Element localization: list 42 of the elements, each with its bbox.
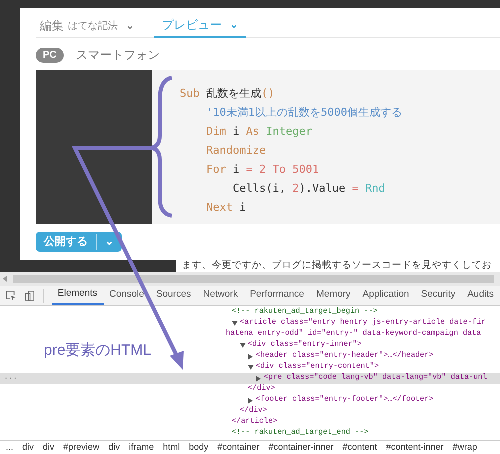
code-line: For i = 2 To 5001	[205, 162, 320, 178]
devtools-tab[interactable]: Sources	[150, 286, 198, 305]
page-text: ます、今更ですか、ブログに掲載するソースコードを見やすくしてお	[176, 259, 500, 272]
breadcrumb[interactable]: div	[108, 441, 120, 454]
inspect-icon[interactable]	[6, 288, 17, 302]
breadcrumb[interactable]: div	[22, 441, 34, 454]
code-line: '10未満1以上の乱数を5000個生成する	[205, 105, 404, 121]
breadcrumb[interactable]: #content	[342, 441, 378, 454]
devtools-tab[interactable]: Performance	[244, 286, 310, 305]
expanded-triangle-icon[interactable]	[232, 321, 238, 326]
code-line: Next i	[205, 200, 248, 216]
breadcrumb[interactable]: #container-inner	[268, 441, 334, 454]
code-line: Cells(i, 2).Value = Rnd	[232, 181, 386, 197]
breadcrumb[interactable]: #content-inner	[386, 441, 444, 454]
devtools-tab[interactable]: Network	[197, 286, 244, 305]
collapsed-triangle-icon[interactable]	[256, 376, 261, 382]
breadcrumb[interactable]: iframe	[129, 441, 154, 454]
code-line: Sub 乱数を生成()	[180, 86, 276, 102]
breadcrumb[interactable]: html	[163, 441, 180, 454]
device-tab[interactable]: PC	[36, 48, 64, 62]
breadcrumb[interactable]: ...	[6, 441, 14, 454]
devtools-tab[interactable]: Application	[356, 286, 416, 305]
breadcrumb[interactable]: div	[43, 441, 55, 454]
code-line: Dim i As Integer	[205, 124, 314, 140]
horizontal-scrollbar[interactable]	[0, 272, 500, 286]
breadcrumb[interactable]: #wrap	[452, 441, 478, 454]
devtools-tab[interactable]: Audits	[462, 286, 500, 305]
expanded-triangle-icon[interactable]	[240, 343, 246, 348]
devtools-tab[interactable]: Memory	[310, 286, 357, 305]
breadcrumb[interactable]: #container	[218, 441, 260, 454]
editor-tab[interactable]: 編集 はてな記法 ⌄	[36, 14, 138, 38]
device-tab[interactable]: スマートフォン	[76, 46, 160, 64]
collapsed-triangle-icon[interactable]	[248, 354, 253, 360]
breadcrumb[interactable]: #preview	[64, 441, 100, 454]
devtools-tab[interactable]: Elements	[52, 286, 104, 305]
device-icon[interactable]	[24, 288, 36, 302]
collapsed-triangle-icon[interactable]	[248, 398, 253, 404]
annotation-label: pre要素のHTML	[44, 341, 152, 361]
devtools-tab[interactable]: Console	[104, 286, 150, 305]
devtools-tab[interactable]: Security	[415, 286, 462, 305]
code-line: Randomize	[205, 143, 268, 159]
breadcrumb[interactable]: body	[189, 441, 209, 454]
